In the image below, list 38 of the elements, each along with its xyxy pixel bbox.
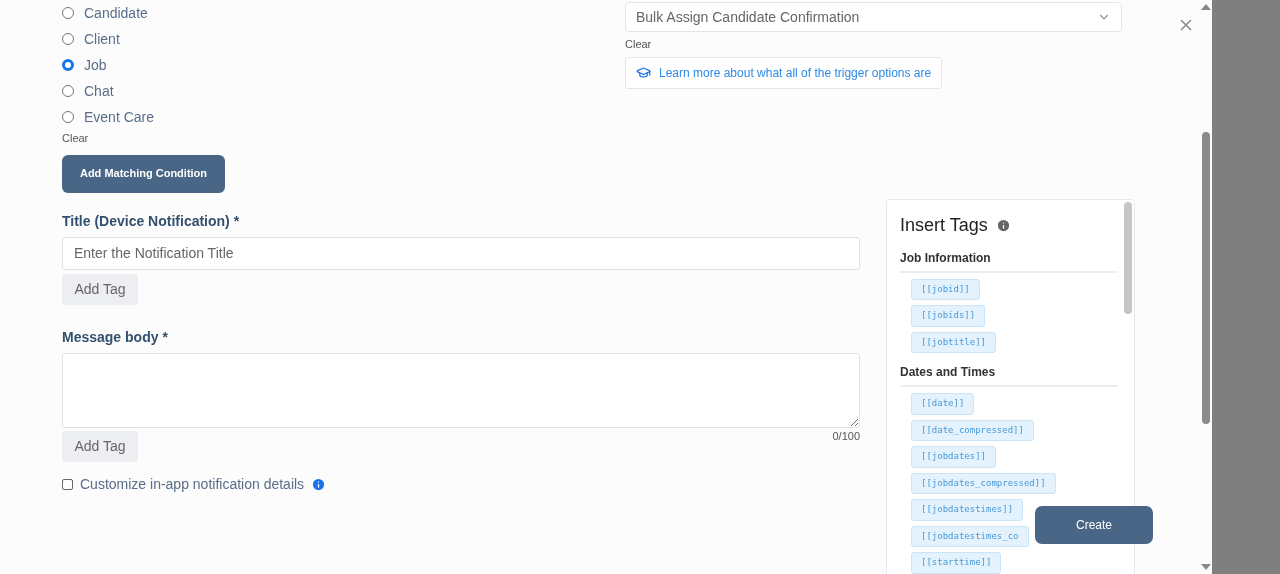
radio-option[interactable]: Client xyxy=(62,28,120,50)
field-label: Message body * xyxy=(62,328,168,345)
info-icon xyxy=(311,476,327,492)
tag-chip[interactable]: [[jobtitle]] xyxy=(911,331,997,353)
radio-option[interactable]: Chat xyxy=(62,80,114,102)
radio-option[interactable]: Event Care xyxy=(62,106,155,128)
tag-chip[interactable]: [[starttime]] xyxy=(911,552,1002,574)
checkbox-icon xyxy=(62,478,73,490)
clear-link[interactable]: Clear xyxy=(62,130,89,147)
tag-chip[interactable]: [[jobdates]] xyxy=(911,446,997,468)
customize-checkbox[interactable]: Customize in-app notification details xyxy=(62,473,327,495)
add-matching-condition-button[interactable]: Add Matching Condition xyxy=(62,154,225,193)
tag-chip[interactable]: [[jobids]] xyxy=(911,305,986,327)
clear-link[interactable]: Clear xyxy=(625,36,652,53)
trigger-select[interactable]: Bulk Assign Candidate Confirmation xyxy=(625,2,1122,32)
info-icon xyxy=(995,217,1011,233)
add-tag-button[interactable]: Add Tag xyxy=(62,430,138,462)
scrollbar[interactable] xyxy=(1202,132,1210,424)
message-body-field[interactable] xyxy=(62,352,860,428)
group-heading: Job Information xyxy=(900,248,1118,273)
learn-more-link[interactable]: Learn more about what all of the trigger options are xyxy=(625,56,943,89)
tag-chip[interactable]: [[date]] xyxy=(911,393,975,415)
graduation-cap-icon xyxy=(636,65,651,80)
character-counter: 0/100 xyxy=(832,428,860,444)
scrollbar[interactable] xyxy=(1124,201,1132,314)
group-heading: Dates and Times xyxy=(900,363,1118,387)
field-label: Title (Device Notification) * xyxy=(62,212,240,229)
radio-option[interactable]: Candidate xyxy=(62,2,148,24)
tag-chip[interactable]: [[jobdatestimes_co xyxy=(911,525,1029,547)
panel-title: Insert Tags xyxy=(900,213,988,237)
tag-chip[interactable]: [[jobid]] xyxy=(911,278,980,300)
tag-chip[interactable]: [[date_compressed]] xyxy=(911,419,1034,441)
add-tag-button[interactable]: Add Tag xyxy=(62,273,138,305)
radio-option[interactable]: Job xyxy=(62,54,107,76)
title-input-field[interactable]: Enter the Notification Title xyxy=(62,236,860,270)
tag-chip[interactable]: [[jobdatestimes]] xyxy=(911,499,1024,521)
create-button[interactable]: Create xyxy=(1035,506,1153,544)
tag-chip[interactable]: [[jobdates_compressed]] xyxy=(911,472,1056,494)
